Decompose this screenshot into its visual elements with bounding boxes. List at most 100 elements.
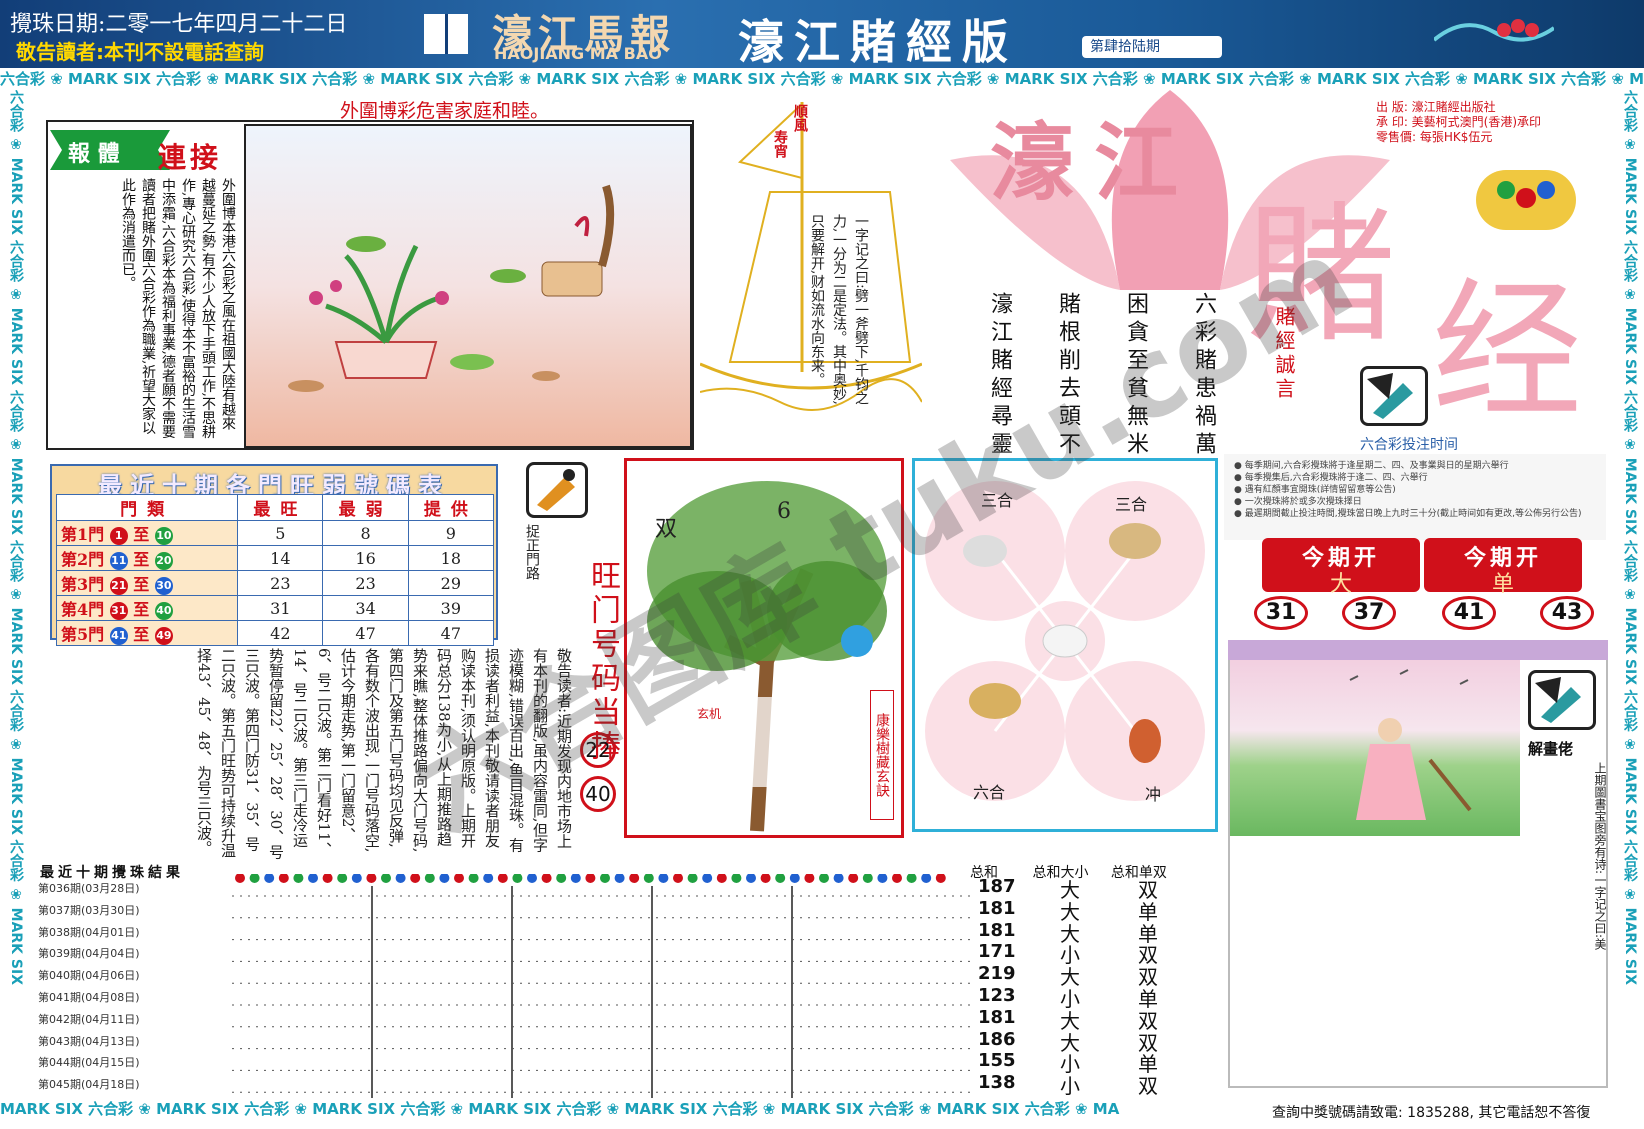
result-row-label: 第039期(04月04日) — [38, 947, 140, 961]
table-row: 第2門 11 至 20 14 16 18 — [55, 545, 495, 571]
number-header-ball — [541, 874, 552, 883]
open-number-ball: 41 — [1442, 596, 1496, 630]
number-header-ball — [716, 874, 727, 883]
header-give: 提供 — [407, 494, 495, 521]
range-end-ball: 30 — [154, 576, 173, 595]
range-start-ball: 11 — [109, 551, 128, 570]
range-start-ball: 1 — [109, 526, 128, 545]
table-row: 第5門 41 至 49 42 47 47 — [55, 620, 495, 646]
publisher-line: 出 版: 濠江賭經出版社 — [1376, 100, 1496, 114]
table-row: 第1門 1 至 10 5 8 9 — [55, 520, 495, 546]
number-header-ball — [468, 874, 479, 883]
range-end-ball: 20 — [154, 551, 173, 570]
result-sum: 181 — [978, 919, 1016, 941]
range-to: 至 — [133, 625, 150, 644]
right-ribbon: 六合彩 ❀ MARK SIX 六合彩 ❀ MARK SIX 六合彩 ❀ MARK… — [1622, 90, 1638, 985]
table-row: 第3門 21 至 30 23 23 29 — [55, 570, 495, 596]
lady-painting — [1230, 660, 1520, 836]
gate-cell: 第4門 31 至 40 — [55, 595, 239, 621]
min-cell: 8 — [322, 520, 409, 546]
tree-side-label: 康樂樹藏玄訣 — [870, 690, 894, 820]
number-header-ball — [497, 874, 508, 883]
number-header-ball — [862, 874, 873, 883]
result-row-label: 第036期(03月28日) — [38, 882, 140, 895]
number-header-ball — [673, 874, 683, 883]
results-dot-grid — [232, 874, 972, 1098]
number-header-ball — [629, 874, 640, 883]
number-header-ball — [439, 874, 450, 883]
result-row-label: 第044期(04月15日) — [38, 1056, 140, 1070]
badge-text: 報 體 — [68, 141, 120, 167]
grasshopper-illustration — [244, 124, 692, 448]
left-ribbon: 六合彩 ❀ MARK SIX 六合彩 ❀ MARK SIX 六合彩 ❀ MARK… — [8, 90, 24, 985]
number-header-ball — [395, 874, 406, 883]
result-sum: 138 — [978, 1072, 1016, 1094]
number-header-ball — [760, 874, 771, 883]
range-end-ball: 10 — [154, 526, 173, 545]
number-header-ball — [585, 874, 596, 883]
give-cell: 9 — [407, 520, 495, 546]
gate-name: 第2門 — [61, 550, 105, 569]
masthead-title-3: 经 — [1432, 265, 1583, 439]
hand-writing-icon — [1528, 670, 1596, 730]
max-cell: 31 — [237, 595, 324, 621]
result-big-small: 小 — [1060, 1074, 1080, 1099]
strong-weak-table: 門類 最旺 最弱 提供 第1門 1 至 10 5 8 9 第2門 11 至 20 14 16… — [55, 494, 495, 646]
range-to: 至 — [133, 550, 150, 569]
issue-number: 第肆拾陆期 — [1082, 36, 1222, 58]
tree-caption: 玄机 — [697, 707, 722, 721]
ship-quote: 一字记之曰:劈一斧劈下,千钧之力,一分为二是定法。其中奥妙,只要解开,财如流水向… — [809, 214, 869, 406]
gate-name: 第5門 — [61, 625, 105, 644]
grasshopper-scene-icon — [288, 184, 615, 392]
result-sum: 155 — [978, 1050, 1016, 1072]
header-banner: 攪珠日期:二零一七年四月二十二日 敬告讀者:本刊不設電話查詢 濠江馬報 HAOJ… — [0, 0, 1644, 69]
number-header-ball — [804, 874, 815, 883]
open-value: 单 — [1491, 572, 1514, 597]
zodiac-label: 三合 — [981, 491, 1014, 510]
number-header-ball — [322, 874, 333, 883]
open-number-ball: 37 — [1342, 596, 1396, 630]
min-cell: 16 — [322, 545, 409, 571]
lady-spinning-icon — [1349, 669, 1472, 820]
flag-text: 順風 — [792, 104, 808, 132]
printer-line: 承 印: 美藝柯式澳門(香港)承印 — [1376, 115, 1542, 129]
logo-subtitle: HAOJIANG MA BAO — [494, 44, 662, 63]
book-icon — [424, 14, 468, 54]
hot-number-ball: 40 — [580, 776, 616, 812]
number-header-ball — [833, 874, 844, 883]
give-cell: 18 — [407, 545, 495, 571]
draw-date: 攪珠日期:二零一七年四月二十二日 — [10, 12, 348, 37]
header-min: 最弱 — [322, 494, 409, 521]
masthead-title-1: 濠江 — [990, 114, 1199, 212]
number-header-ball — [643, 874, 654, 883]
bet-time-line: ● 每季期间,六合彩攪珠將于逢星期二、四、及事業與日的星期六舉行 — [1234, 461, 1509, 471]
number-header-ball — [278, 874, 289, 883]
open-value: 大 — [1329, 572, 1352, 597]
number-header-ball — [702, 874, 713, 883]
bottom-ribbon: MARK SIX 六合彩 ❀ MARK SIX 六合彩 ❀ MARK SIX 六… — [0, 1098, 1260, 1120]
number-header-ball — [906, 874, 917, 883]
result-sum: 219 — [978, 963, 1016, 985]
number-header-ball — [527, 874, 537, 883]
number-header-ball — [789, 874, 800, 883]
number-header-ball — [351, 874, 362, 883]
publisher-info: 出 版: 濠江賭經出版社 承 印: 美藝柯式澳門(香港)承印 零售價: 每張HK… — [1376, 100, 1541, 145]
number-header-ball — [381, 874, 391, 883]
result-row-label: 第040期(04月06日) — [38, 969, 140, 983]
decorative-flowers-icon — [1434, 19, 1554, 42]
gate-name: 第1門 — [61, 525, 105, 544]
range-start-ball: 41 — [109, 626, 128, 645]
open-big-box: 今期开 大 — [1262, 538, 1420, 597]
header-max: 最旺 — [237, 494, 324, 521]
number-header-ball — [249, 874, 260, 883]
range-to: 至 — [133, 600, 150, 619]
result-row-label: 第045期(04月18日) — [38, 1078, 140, 1092]
number-header-ball — [819, 874, 829, 883]
tree-label-2: 6 — [777, 499, 791, 524]
gate-cell: 第5門 41 至 49 — [55, 620, 239, 646]
result-row-label: 第043期(04月13日) — [38, 1034, 140, 1048]
number-header-ball — [512, 874, 523, 883]
max-cell: 5 — [237, 520, 324, 546]
min-cell: 34 — [322, 595, 409, 621]
min-cell: 23 — [322, 570, 409, 596]
